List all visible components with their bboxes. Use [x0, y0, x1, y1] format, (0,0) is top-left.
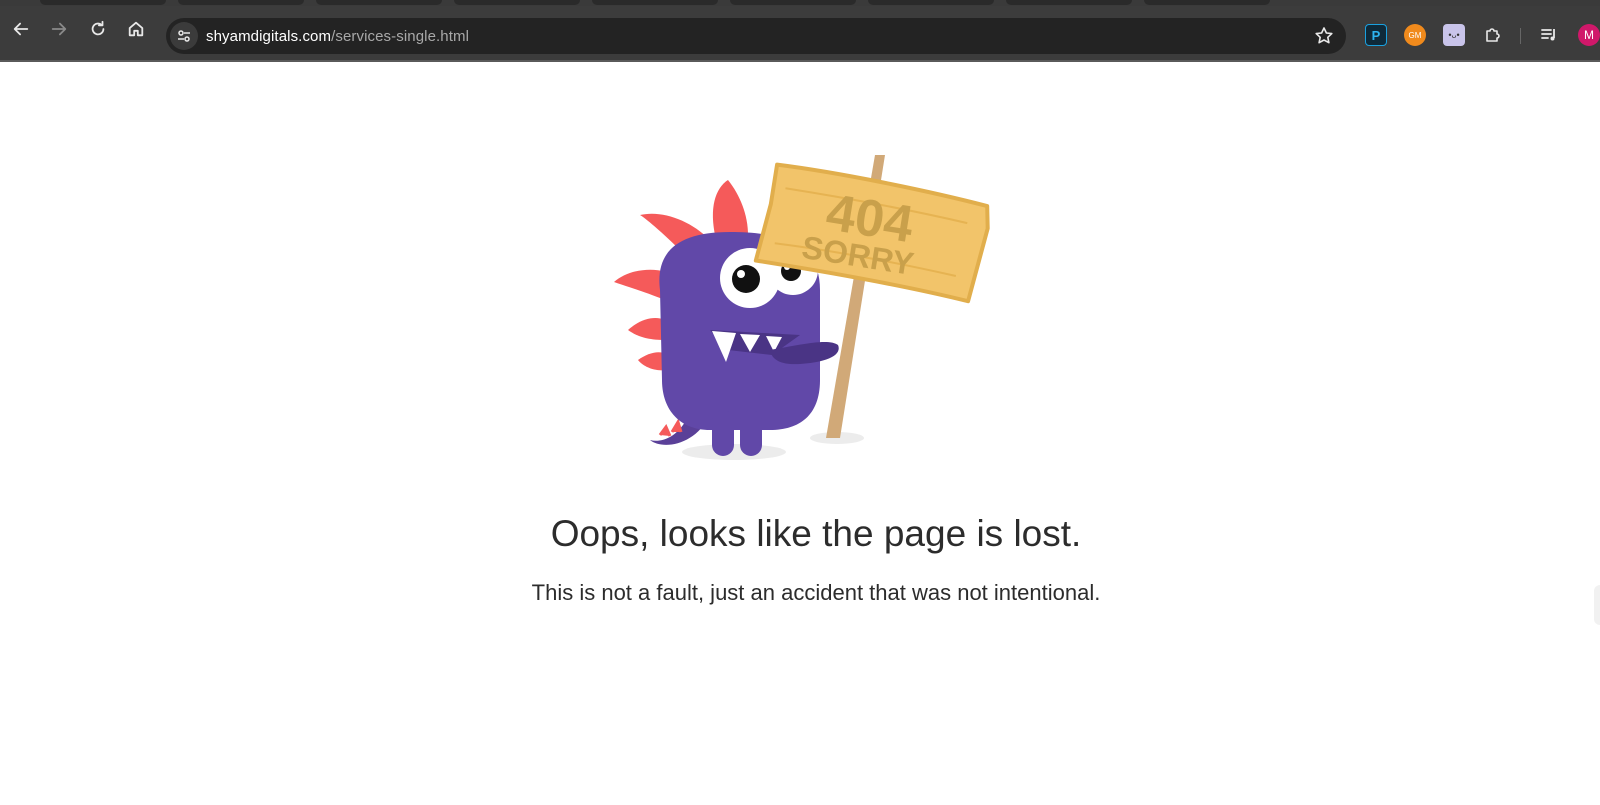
reload-icon — [91, 20, 105, 36]
tune-icon — [178, 30, 190, 42]
site-info-button[interactable] — [170, 22, 198, 50]
reload-button[interactable] — [85, 16, 111, 42]
arrow-right-icon — [51, 22, 67, 36]
toolbar-divider — [0, 60, 1600, 62]
url-path: /services-single.html — [331, 27, 470, 45]
address-bar[interactable]: shyamdigitals.com/services-single.html — [166, 18, 1346, 54]
back-button[interactable] — [8, 16, 34, 42]
tab[interactable] — [454, 0, 580, 5]
tab[interactable] — [178, 0, 304, 5]
tab[interactable] — [592, 0, 718, 5]
home-icon — [128, 21, 144, 37]
profile-avatar[interactable]: M — [1578, 24, 1600, 46]
p-extension-icon[interactable]: P — [1365, 24, 1387, 46]
tab[interactable] — [868, 0, 994, 5]
404-monster-illustration: 404 SORRY — [614, 155, 990, 460]
monster-leg-right — [740, 410, 762, 456]
toolbar-separator — [1520, 28, 1521, 44]
monster-leg-left — [712, 410, 734, 456]
tab[interactable] — [40, 0, 166, 5]
face-extension-icon[interactable]: •ᴗ• — [1443, 24, 1465, 46]
media-controls-icon[interactable] — [1538, 24, 1560, 46]
tab[interactable] — [316, 0, 442, 5]
forward-button[interactable] — [46, 16, 72, 42]
error-subtext: This is not a fault, just an accident th… — [531, 580, 1101, 605]
tab[interactable] — [730, 0, 856, 5]
arrow-left-icon — [13, 22, 29, 36]
monster-pupil-left — [732, 265, 760, 293]
url-domain: shyamdigitals.com — [206, 27, 332, 45]
bookmark-star-icon[interactable] — [1314, 26, 1334, 46]
home-button[interactable] — [123, 16, 149, 42]
side-tab-handle[interactable] — [1594, 585, 1600, 625]
tab[interactable] — [1006, 0, 1132, 5]
url-text[interactable]: shyamdigitals.com/services-single.html — [206, 28, 469, 45]
error-heading: Oops, looks like the page is lost. — [550, 513, 1082, 554]
monster-shadow — [682, 444, 786, 460]
tab[interactable] — [1144, 0, 1270, 5]
extensions-puzzle-icon[interactable] — [1482, 24, 1504, 46]
gm-extension-icon[interactable]: GM — [1404, 24, 1426, 46]
